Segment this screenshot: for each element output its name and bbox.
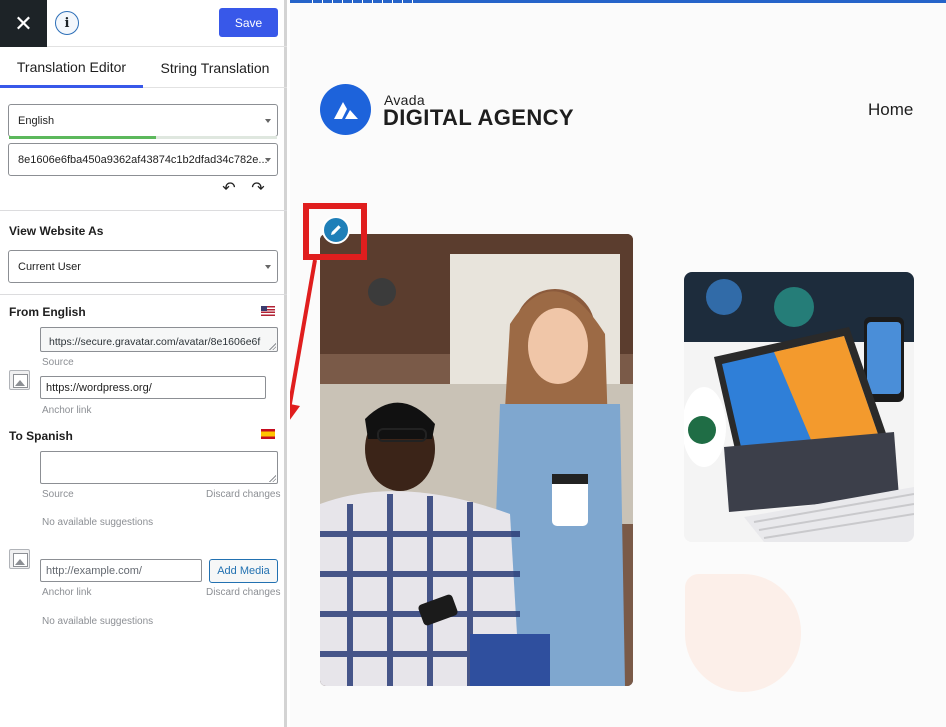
image-placeholder-icon bbox=[9, 370, 30, 390]
add-media-button[interactable]: Add Media bbox=[209, 559, 278, 583]
view-as-select[interactable]: Current User bbox=[8, 250, 278, 283]
to-language-title: To Spanish bbox=[9, 429, 73, 443]
anchor-link-label: Anchor link bbox=[42, 587, 92, 598]
translated-anchor-link-field[interactable]: http://example.com/ bbox=[40, 559, 202, 582]
redo-icon[interactable]: ↷ bbox=[249, 180, 267, 198]
translation-text-field[interactable] bbox=[40, 451, 278, 484]
pencil-glyph-icon bbox=[331, 225, 341, 235]
pencil-icon[interactable] bbox=[322, 216, 350, 244]
string-select-value: 8e1606e6fba450a9362af43874c1b2dfad34c782… bbox=[18, 153, 268, 166]
website-preview: Avada DIGITAL AGENCY Home bbox=[290, 0, 946, 727]
decorative-blob bbox=[685, 574, 801, 692]
undo-icon[interactable]: ↶ bbox=[220, 180, 238, 198]
us-flag-icon bbox=[261, 306, 275, 316]
anchor-link-value: https://wordpress.org/ bbox=[46, 381, 152, 394]
logo-big-text: DIGITAL AGENCY bbox=[383, 105, 574, 130]
team-photo bbox=[320, 234, 633, 686]
logo-mark-icon bbox=[333, 101, 358, 119]
anchor-link-label: Anchor link bbox=[42, 405, 92, 416]
info-icon[interactable]: i bbox=[55, 11, 79, 35]
resize-handle-icon[interactable] bbox=[269, 475, 276, 482]
language-select-value: English bbox=[18, 114, 55, 127]
close-button[interactable]: ✕ bbox=[0, 0, 47, 47]
resize-handle-icon[interactable] bbox=[269, 343, 276, 350]
no-suggestions-text: No available suggestions bbox=[42, 517, 154, 528]
source-text-field[interactable]: https://secure.gravatar.com/avatar/8e160… bbox=[40, 327, 278, 352]
string-select[interactable]: 8e1606e6fba450a9362af43874c1b2dfad34c782… bbox=[8, 143, 278, 176]
source-label: Source bbox=[42, 489, 74, 500]
divider bbox=[0, 294, 287, 295]
no-suggestions-text: No available suggestions bbox=[42, 616, 154, 627]
source-label: Source bbox=[42, 357, 74, 368]
discard-changes-link[interactable]: Discard changes bbox=[206, 489, 280, 500]
translation-editor-panel: ✕ i Save Translation Editor String Trans… bbox=[0, 0, 287, 727]
tablet-photo-illustration bbox=[684, 272, 914, 542]
preview-top-dots bbox=[312, 0, 416, 3]
spain-flag-icon bbox=[261, 429, 275, 439]
translated-anchor-link-placeholder: http://example.com/ bbox=[46, 564, 142, 577]
language-select[interactable]: English bbox=[8, 104, 278, 137]
divider bbox=[0, 210, 287, 211]
avada-logo-icon[interactable] bbox=[320, 84, 371, 135]
view-website-as-title: View Website As bbox=[9, 224, 104, 238]
editor-tabs: Translation Editor String Translation bbox=[0, 48, 287, 88]
chevron-down-icon bbox=[265, 158, 271, 162]
tab-string-translation[interactable]: String Translation bbox=[143, 48, 287, 88]
translation-progress-fill bbox=[9, 136, 157, 139]
team-photo-illustration bbox=[320, 234, 633, 686]
tablet-photo bbox=[684, 272, 914, 542]
anchor-link-field[interactable]: https://wordpress.org/ bbox=[40, 376, 266, 399]
view-as-select-value: Current User bbox=[18, 260, 81, 273]
chevron-down-icon bbox=[265, 119, 271, 123]
close-icon: ✕ bbox=[14, 10, 33, 36]
app-root: ✕ i Save Translation Editor String Trans… bbox=[0, 0, 946, 727]
discard-changes-link[interactable]: Discard changes bbox=[206, 587, 280, 598]
chevron-down-icon bbox=[265, 265, 271, 269]
nav-home-link[interactable]: Home bbox=[868, 100, 913, 120]
save-button[interactable]: Save bbox=[219, 8, 278, 37]
source-text-value: https://secure.gravatar.com/avatar/8e160… bbox=[49, 336, 261, 348]
tab-translation-editor[interactable]: Translation Editor bbox=[0, 48, 143, 88]
translation-progress-bar bbox=[9, 136, 277, 139]
image-placeholder-icon bbox=[9, 549, 30, 569]
from-language-title: From English bbox=[9, 305, 86, 319]
editor-topbar: ✕ i Save bbox=[0, 0, 287, 47]
